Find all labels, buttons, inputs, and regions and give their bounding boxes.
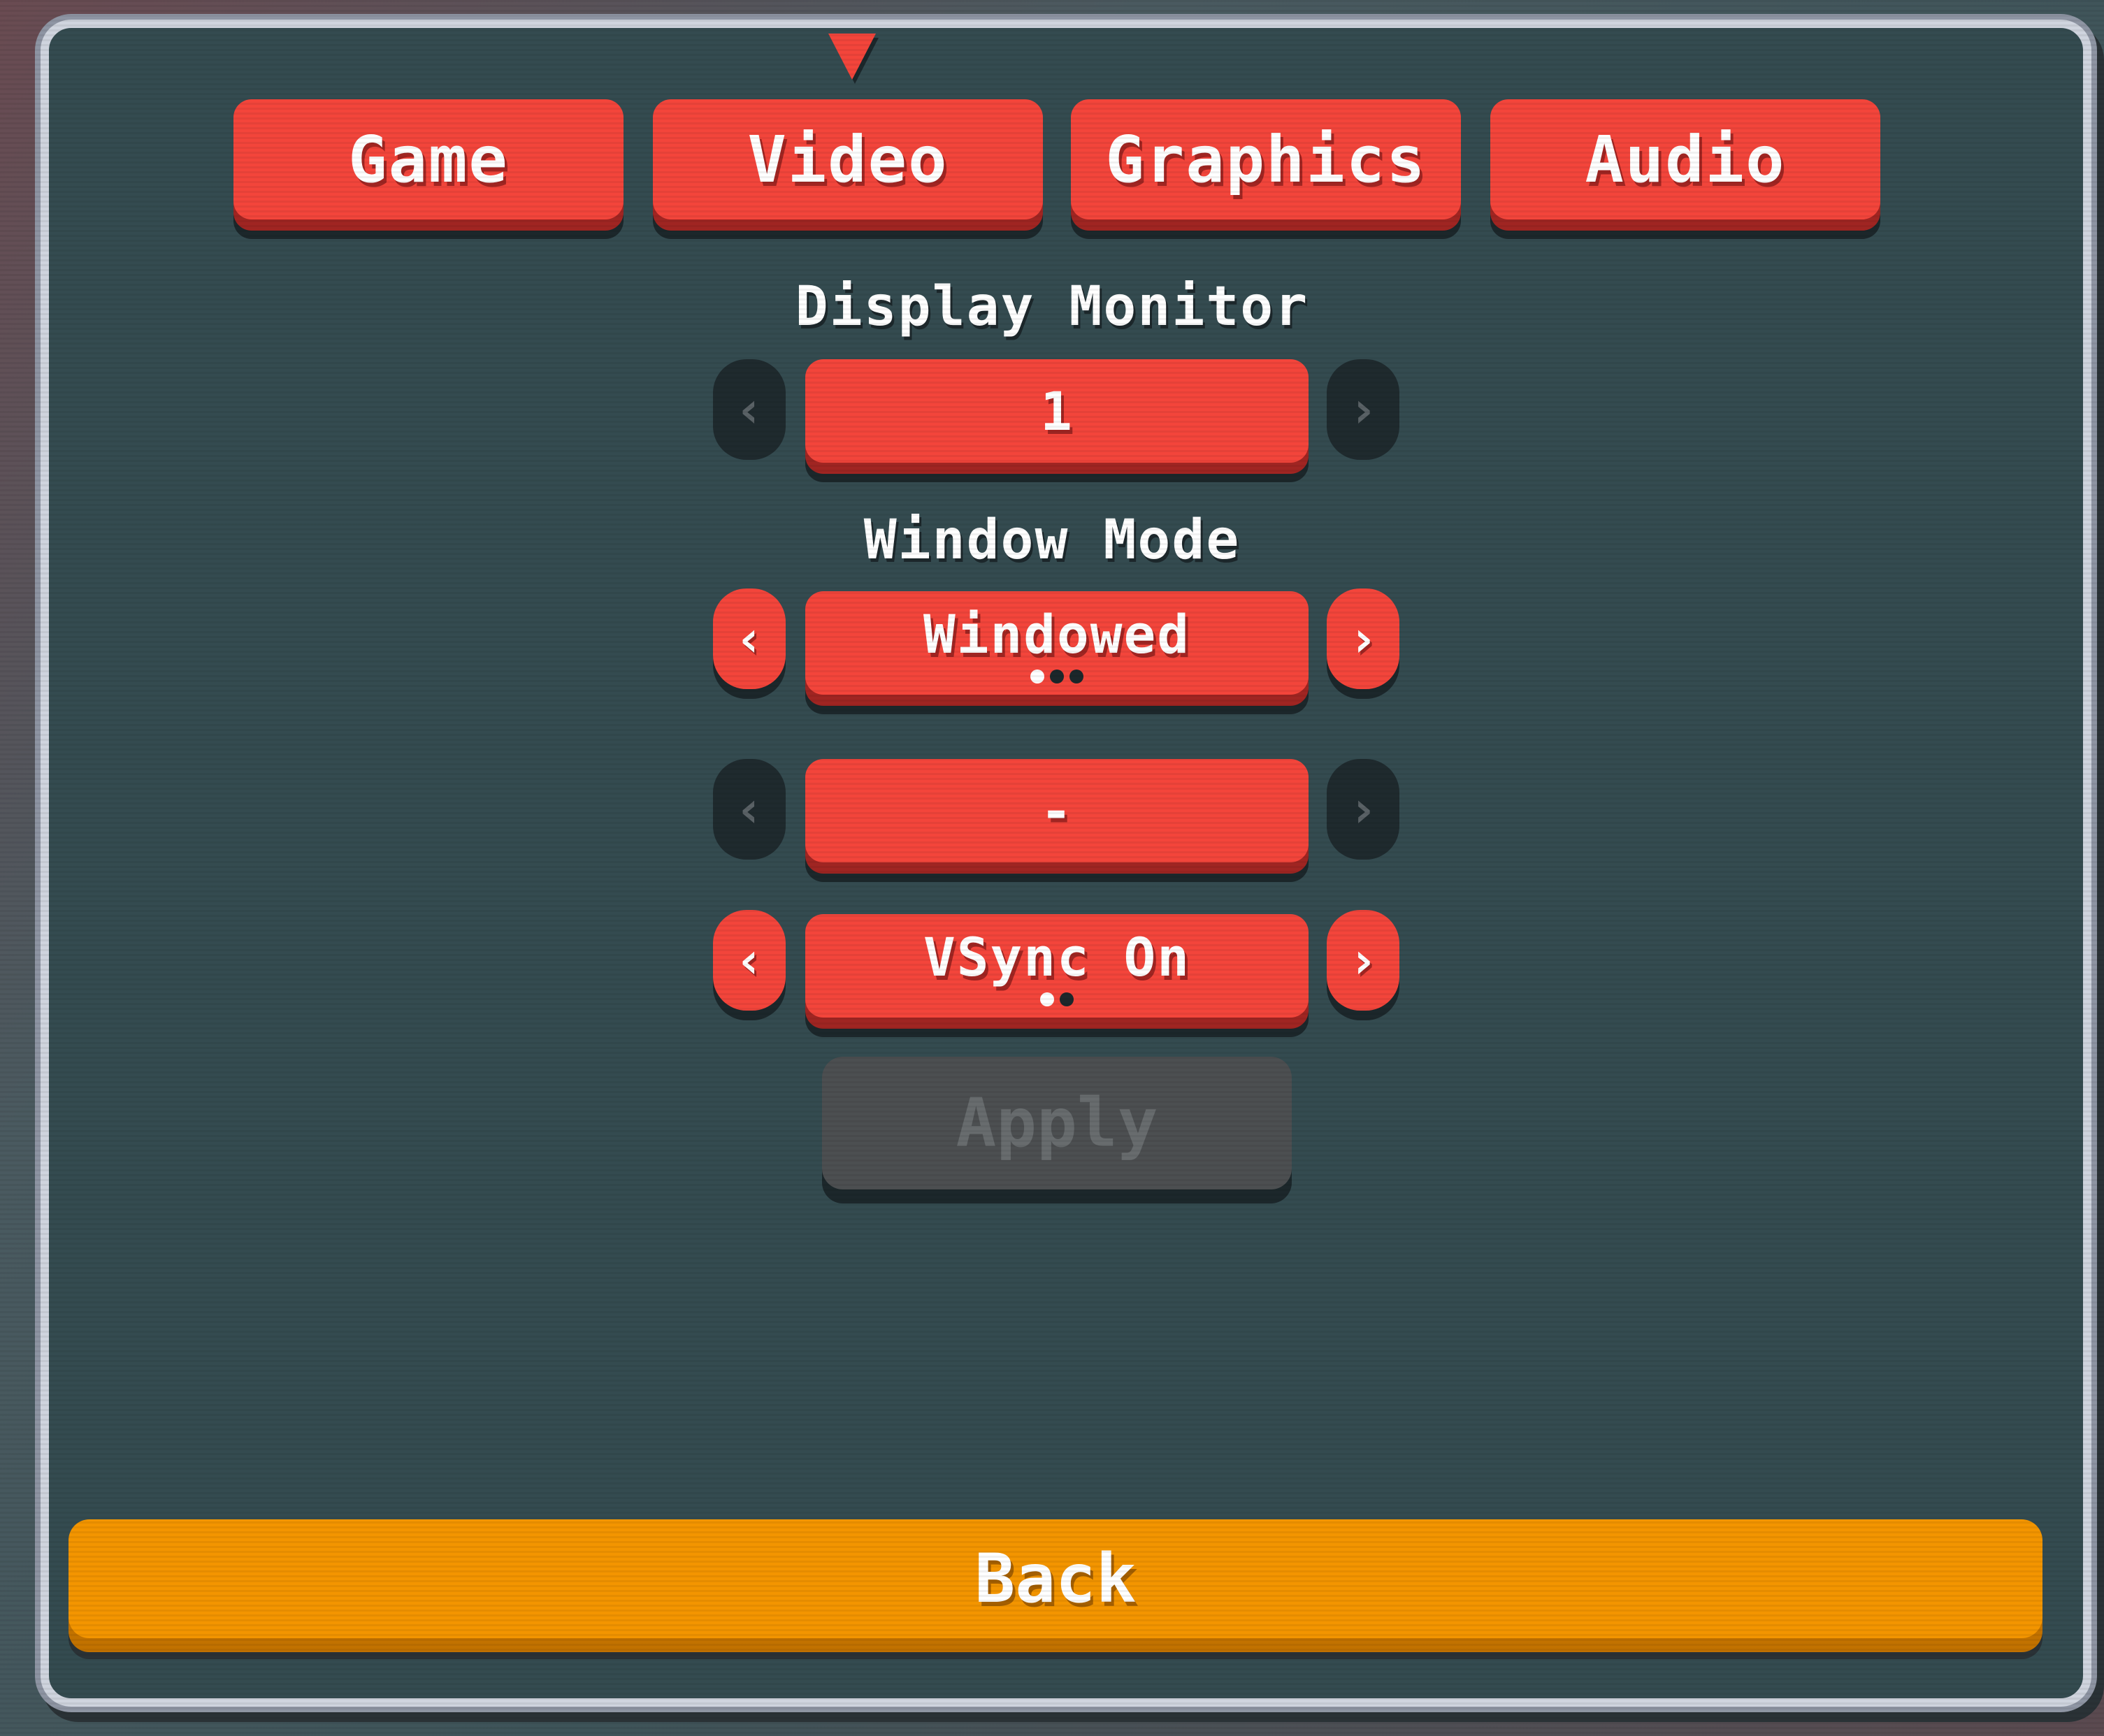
resolution-prev-button: ‹ [713, 759, 786, 860]
apply-button[interactable]: Apply [822, 1057, 1292, 1189]
tab-graphics[interactable]: Graphics [1071, 99, 1461, 219]
vsync-value-text: VSync On [923, 925, 1191, 988]
selected-tab-indicator-icon [828, 34, 876, 80]
tab-game[interactable]: Game [233, 99, 624, 219]
option-dot [1040, 992, 1054, 1006]
window-mode-next-button[interactable]: › [1327, 588, 1399, 689]
chevron-right-icon: › [1348, 380, 1378, 439]
chevron-left-icon: ‹ [734, 931, 765, 990]
window-mode-value[interactable]: Windowed [805, 591, 1309, 695]
vsync-option-dots [1040, 992, 1074, 1006]
display-monitor-value-text: 1 [1040, 379, 1074, 442]
vsync-next-button[interactable]: › [1327, 910, 1399, 1011]
window-mode-option-dots [1030, 669, 1083, 683]
window-mode-prev-button[interactable]: ‹ [713, 588, 786, 689]
tab-video[interactable]: Video [653, 99, 1043, 219]
display-monitor-next-button: › [1327, 359, 1399, 460]
resolution-next-button: › [1327, 759, 1399, 860]
vsync-prev-button[interactable]: ‹ [713, 910, 786, 1011]
vsync-value[interactable]: VSync On [805, 914, 1309, 1018]
option-dot [1069, 669, 1083, 683]
chevron-right-icon: › [1348, 931, 1378, 990]
display-monitor-value[interactable]: 1 [805, 359, 1309, 463]
back-button[interactable]: Back [69, 1519, 2042, 1638]
chevron-right-icon: › [1348, 609, 1378, 668]
chevron-left-icon: ‹ [734, 380, 765, 439]
chevron-left-icon: ‹ [734, 609, 765, 668]
option-dot [1030, 669, 1044, 683]
option-dot [1050, 669, 1064, 683]
resolution-value[interactable]: - [805, 759, 1309, 862]
chevron-left-icon: ‹ [734, 780, 765, 839]
resolution-value-text: - [1040, 779, 1074, 842]
option-dot [1060, 992, 1074, 1006]
settings-panel [41, 20, 2091, 1707]
tab-audio[interactable]: Audio [1490, 99, 1880, 219]
chevron-right-icon: › [1348, 780, 1378, 839]
display-monitor-prev-button: ‹ [713, 359, 786, 460]
window-mode-label: Window Mode [863, 509, 1241, 572]
display-monitor-label: Display Monitor [795, 275, 1309, 338]
window-mode-value-text: Windowed [923, 602, 1191, 665]
